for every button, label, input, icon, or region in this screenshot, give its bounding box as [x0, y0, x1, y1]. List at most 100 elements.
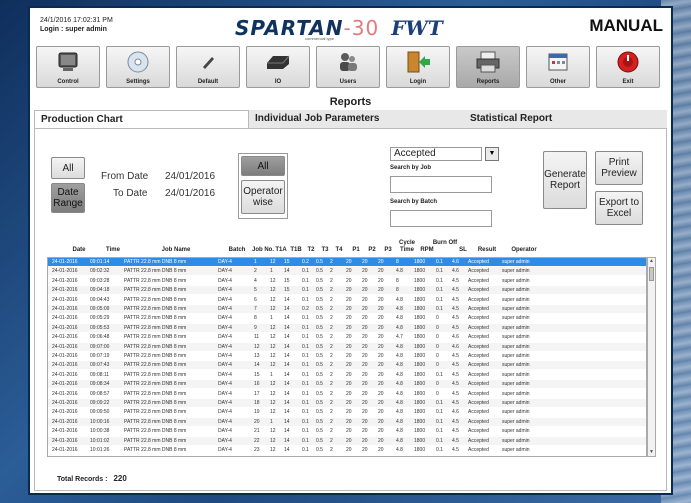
table-row[interactable]: 24-01-2016 09:07:00 PATTR 22.8 mm DNB 8 mm… [48, 342, 646, 351]
table-cell: DAY-4 [218, 343, 232, 350]
table-cell: 2 [330, 447, 333, 453]
table-cell: Accepted [468, 268, 489, 275]
table-row[interactable]: 24-01-2016 09:07:43 PATTR 22.8 mm DNB 8 mm… [48, 361, 646, 370]
toolbar-button-other[interactable]: Other [526, 46, 590, 88]
table-cell: 20 [362, 428, 368, 435]
toolbar-button-users[interactable]: Users [316, 46, 380, 88]
table-cell: 24-01-2016 [52, 371, 78, 378]
date-filter-group: All Date Range From Date 24/01/2016 To D… [51, 157, 233, 229]
table-row[interactable]: 24-01-2016 09:03:28 PATTR 22.8 mm DNB 8 mm… [48, 277, 646, 285]
search-job-input[interactable] [390, 176, 492, 193]
table-cell: 0.1 [302, 315, 309, 322]
table-row[interactable]: 24-01-2016 09:04:18 PATTR 22.8 mm DNB 8 mm… [48, 286, 646, 295]
print-preview-button[interactable]: Print Preview [595, 151, 643, 185]
toolbar-button-exit[interactable]: Exit [596, 46, 660, 88]
table-row[interactable]: 24-01-2016 10:00:38 PATTR 22.8 mm DNB 8 mm… [48, 427, 646, 435]
column-header[interactable]: RPM [413, 247, 441, 254]
report-table[interactable]: 24-01-2016 09:01:14 PATTR 22.8 mm DNB 8 mm… [47, 257, 647, 457]
table-cell: 2 [330, 324, 333, 331]
search-batch-input[interactable] [390, 210, 492, 227]
to-date-value[interactable]: 24/01/2016 [165, 188, 215, 199]
table-header: Date Time Job Name Batch Job No. T1A T1B T2 T3 T4… [47, 235, 657, 257]
table-cell: 14 [284, 409, 290, 416]
table-cell: Accepted [468, 362, 489, 369]
table-row[interactable]: 24-01-2016 10:00:16 PATTR 22.8 mm DNB 8 mm… [48, 417, 646, 426]
table-row[interactable]: 24-01-2016 09:06:48 PATTR 22.8 mm DNB 8 mm… [48, 333, 646, 341]
operator-wise-button[interactable]: Operator wise [241, 180, 285, 214]
table-row[interactable]: 24-01-2016 09:05:53 PATTR 22.8 mm DNB 8 mm… [48, 323, 646, 332]
all-dates-button[interactable]: All [51, 157, 85, 179]
table-row[interactable]: 24-01-2016 09:08:34 PATTR 22.8 mm DNB 8 mm… [48, 380, 646, 389]
tab-individual-job-parameters[interactable]: Individual Job Parameters [249, 110, 464, 128]
table-row[interactable]: 24-01-2016 09:09:22 PATTR 22.8 mm DNB 8 mm… [48, 399, 646, 407]
table-cell: DAY-4 [218, 287, 232, 294]
table-row[interactable]: 24-01-2016 09:05:29 PATTR 22.8 mm DNB 8 mm… [48, 314, 646, 322]
toolbar-button-io[interactable]: IO [246, 46, 310, 88]
table-cell: PATTR 22.8 mm DNB 8 mm [124, 324, 187, 331]
table-row[interactable]: 24-01-2016 09:08:11 PATTR 22.8 mm DNB 8 mm… [48, 371, 646, 379]
table-row[interactable]: 24-01-2016 09:08:57 PATTR 22.8 mm DNB 8 mm… [48, 390, 646, 398]
table-cell: 15 [284, 259, 290, 265]
date-range-button[interactable]: Date Range [51, 183, 85, 213]
scroll-thumb[interactable] [649, 267, 654, 281]
table-cell: 09:06:48 [90, 334, 110, 341]
column-header[interactable]: Burn Off [431, 240, 459, 247]
status-dropdown[interactable]: Accepted ▼ [390, 147, 510, 161]
toolbar-button-reports[interactable]: Reports [456, 46, 520, 88]
table-row[interactable]: 24-01-2016 09:02:32 PATTR 22.8 mm DNB 8 mm… [48, 267, 646, 276]
scroll-up-icon[interactable]: ▲ [648, 258, 655, 265]
dropdown-arrow-icon[interactable]: ▼ [485, 147, 499, 161]
table-cell: 4.8 [396, 324, 403, 331]
table-row[interactable]: 24-01-2016 09:09:50 PATTR 22.8 mm DNB 8 mm… [48, 408, 646, 416]
table-cell: DAY-4 [218, 362, 232, 369]
table-cell: super admin [502, 447, 530, 453]
table-row[interactable]: 24-01-2016 09:04:43 PATTR 22.8 mm DNB 8 mm… [48, 296, 646, 304]
toolbar-button-control[interactable]: Control [36, 46, 100, 88]
table-cell: 0.1 [302, 381, 309, 388]
table-cell: 20 [362, 315, 368, 322]
table-cell: 2 [330, 409, 333, 416]
table-cell: PATTR 22.8 mm DNB 8 mm [124, 428, 187, 435]
tab-statistical-report[interactable]: Statistical Report [464, 110, 667, 128]
table-scrollbar[interactable]: ▲ ▼ [647, 257, 656, 457]
table-cell: 4.5 [452, 306, 459, 312]
toolbar-button-default[interactable]: Default [176, 46, 240, 88]
table-row[interactable]: 24-01-2016 10:01:26 PATTR 22.8 mm DNB 8 mm… [48, 446, 646, 454]
table-cell: DAY-4 [218, 400, 232, 406]
datetime-text: 24/1/2016 17:02:31 PM [40, 17, 113, 24]
total-records-value: 220 [113, 474, 127, 483]
table-cell: 1800 [414, 409, 426, 416]
table-row[interactable]: 24-01-2016 10:01:02 PATTR 22.8 mm DNB 8 mm… [48, 436, 646, 445]
from-date-value[interactable]: 24/01/2016 [165, 171, 215, 182]
login-text: Login : super admin [40, 26, 107, 33]
status-select-value[interactable]: Accepted [390, 147, 482, 161]
column-header[interactable]: Operator [499, 247, 549, 254]
toolbar-button-login[interactable]: Login [386, 46, 450, 88]
export-excel-button[interactable]: Export to Excel [595, 191, 643, 225]
table-cell: 12 [270, 409, 276, 416]
table-cell: 0.1 [302, 277, 309, 284]
table-cell: super admin [502, 362, 530, 369]
table-cell: 2 [254, 268, 257, 275]
toolbar-button-settings[interactable]: Settings [106, 46, 170, 88]
tab-production-chart[interactable]: Production Chart [34, 110, 249, 128]
table-cell: DAY-4 [218, 390, 232, 397]
all-operators-button[interactable]: All [241, 156, 285, 176]
table-cell: 20 [362, 400, 368, 406]
column-header[interactable]: Job Name [127, 247, 225, 254]
table-cell: 09:09:22 [90, 400, 110, 406]
table-cell: 14 [284, 390, 290, 397]
table-row[interactable]: 24-01-2016 09:05:09 PATTR 22.8 mm DNB 8 mm… [48, 305, 646, 313]
table-cell: 4.7 [396, 334, 403, 341]
generate-report-button[interactable]: Generate Report [543, 151, 587, 209]
table-row[interactable]: 24-01-2016 09:01:14 PATTR 22.8 mm DNB 8 mm… [48, 258, 646, 266]
table-cell: 1800 [414, 306, 426, 312]
table-cell: PATTR 22.8 mm DNB 8 mm [124, 334, 187, 341]
table-cell: 4.8 [396, 418, 403, 425]
scroll-down-icon[interactable]: ▼ [648, 449, 655, 456]
table-cell: 0.5 [316, 277, 323, 284]
table-cell: 7 [254, 306, 257, 312]
table-row[interactable]: 24-01-2016 09:07:19 PATTR 22.8 mm DNB 8 mm… [48, 352, 646, 360]
table-cell: DAY-4 [218, 447, 232, 453]
table-cell: 2 [330, 306, 333, 312]
